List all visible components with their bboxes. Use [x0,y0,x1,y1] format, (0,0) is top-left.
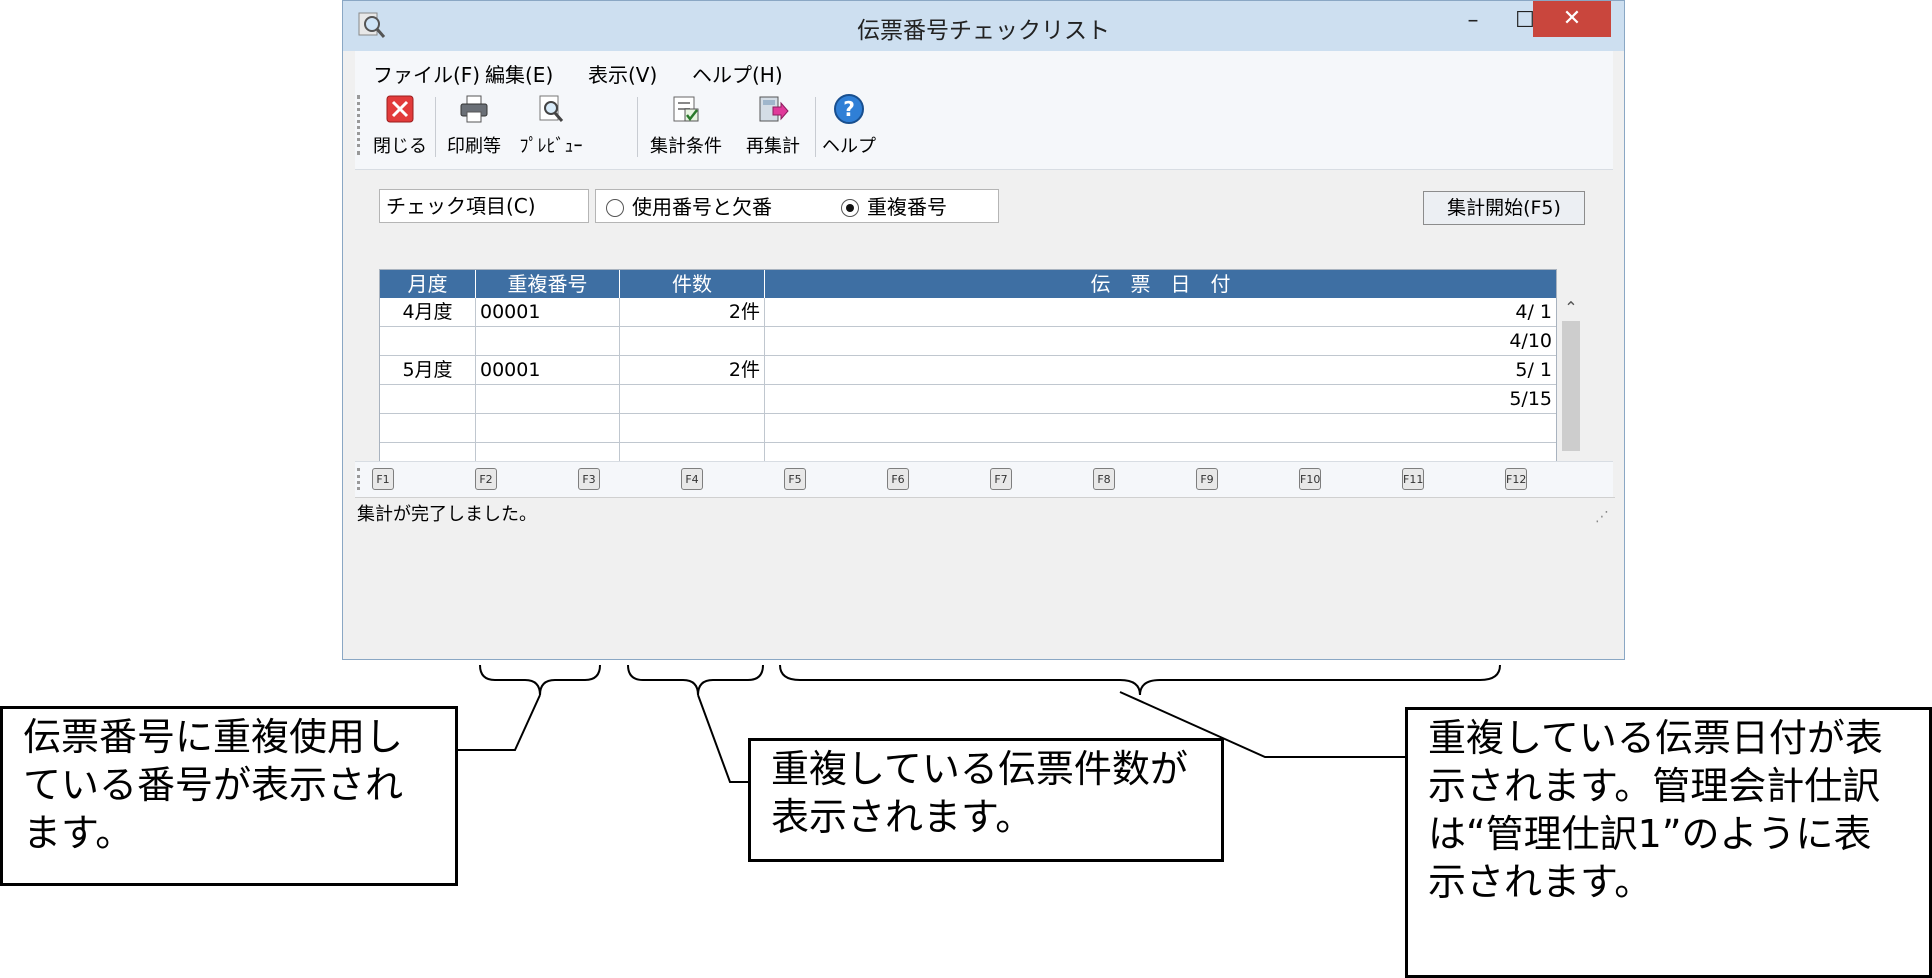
leader-middle [697,694,750,783]
annotation-slip-date: 重複している伝票日付が表示されます。管理会計仕訳は“管理仕訳1”のように表示され… [1405,707,1932,978]
brace-duplicate-number [479,664,601,696]
brace-count [627,664,764,696]
leader-left [456,694,541,751]
annotation-duplicate-number: 伝票番号に重複使用している番号が表示されます。 [0,706,458,886]
annotation-count: 重複している伝票件数が表示されます。 [748,738,1224,862]
brace-slip-date [779,664,1501,696]
